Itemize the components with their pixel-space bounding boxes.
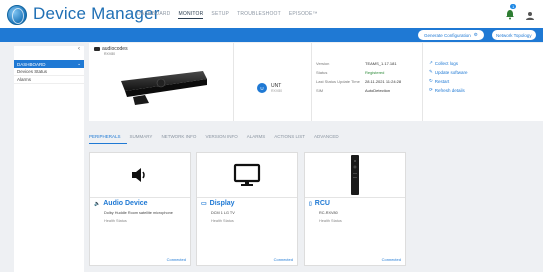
peripheral-card-display[interactable]: ▭ Display DCM 1 LG TV Health Status Conn… (196, 152, 298, 266)
peripheral-title-label: RCU (314, 200, 330, 207)
field-value-last-update: 28.11.2021 11:24:28 (365, 79, 402, 84)
collapse-sidebar-icon[interactable]: ‹ (78, 46, 80, 52)
sidebar-item-dashboard[interactable]: DASHBOARD ⌄ (14, 60, 84, 68)
notification-badge: 1 (510, 4, 517, 9)
refresh-details-label: Refresh details (434, 87, 465, 93)
update-software-link[interactable]: ✎ Update software (429, 69, 468, 75)
tab-summary[interactable]: SUMMARY (130, 134, 153, 139)
peripheral-status: Connected (381, 257, 401, 262)
divider (233, 43, 234, 121)
divider (311, 43, 312, 121)
monitor-icon (233, 163, 261, 186)
device-model: RXV80 (104, 52, 116, 56)
restart-link[interactable]: ↻ Restart (429, 78, 449, 84)
peripheral-health: Health Status (319, 219, 342, 223)
rcu-icon: ▯ (309, 200, 312, 207)
peripheral-title-label: Display (209, 200, 235, 207)
sidebar: ‹ DASHBOARD ⌄ Devices Status Alarms (14, 46, 84, 272)
field-label-status: Status (316, 70, 328, 75)
sidebar-item-alarms[interactable]: Alarms (14, 76, 84, 84)
divider (197, 197, 297, 198)
restart-label: Restart (434, 78, 450, 84)
peripheral-status: Connected (166, 257, 186, 262)
divider (422, 43, 423, 121)
peripheral-desc: Dolby Huddle Room satellite microphone (104, 211, 173, 215)
user-icon[interactable] (525, 8, 535, 20)
device-image (121, 71, 207, 105)
field-label-version: Version (316, 61, 330, 66)
field-value-sim: AutoDetection (365, 88, 391, 93)
active-tab-indicator (89, 143, 127, 144)
tab-advanced[interactable]: ADVANCED (314, 134, 339, 139)
device-info-card: audiocodes RXV80 U UNT RXV80 Version TEA… (89, 43, 543, 121)
divider (90, 197, 190, 198)
generate-configuration-label: Generate Configuration (424, 32, 471, 38)
tab-version-info[interactable]: VERSION INFO (205, 134, 237, 139)
tab-peripherals[interactable]: PERIPHERALS (89, 134, 121, 139)
globe-logo-icon (7, 5, 27, 25)
gear-icon: ⚙ (473, 32, 478, 37)
app-header: Device Manager DASHBOARD MONITOR SETUP T… (0, 0, 543, 28)
peripheral-status: Connected (273, 257, 293, 262)
peripheral-desc: RC-RXV80 (319, 211, 338, 215)
refresh-details-link[interactable]: ⟳ Refresh details (429, 87, 465, 93)
network-topology-button[interactable]: Network Topology (492, 30, 536, 40)
tab-actions-list[interactable]: ACTIONS LIST (274, 134, 305, 139)
collect-logs-label: Collect logs (434, 60, 459, 66)
nav-setup[interactable]: SETUP (211, 11, 229, 19)
screen-icon: ▭ (201, 201, 207, 207)
speaker-icon (132, 168, 145, 182)
device-avatar: U (257, 83, 267, 93)
peripheral-card-audio[interactable]: 🔈 Audio Device Dolby Huddle Room satelli… (89, 152, 191, 266)
refresh-icon: ⟳ (429, 87, 433, 92)
main-nav: DASHBOARD MONITOR SETUP TROUBLESHOOT EPI… (137, 11, 326, 19)
nav-episode[interactable]: EPISODE™ (289, 11, 318, 19)
update-software-label: Update software (434, 69, 468, 75)
field-value-status: Registered (365, 70, 385, 75)
field-label-sim: SIM (316, 88, 324, 93)
nav-monitor[interactable]: MONITOR (178, 11, 204, 19)
sidebar-item-label: DASHBOARD (17, 61, 46, 67)
peripheral-title: ▭ Display (201, 200, 235, 207)
generate-configuration-button[interactable]: Generate Configuration ⚙ (418, 30, 484, 40)
field-value-version: TEAMS_1.17.181 (365, 61, 397, 66)
remote-icon (351, 155, 359, 195)
detail-tabs: PERIPHERALS SUMMARY NETWORK INFO VERSION… (89, 134, 348, 139)
wrench-icon: ✎ (429, 69, 433, 74)
peripheral-desc: DCM 1 LG TV (211, 211, 235, 215)
sidebar-item-devices-status[interactable]: Devices Status (14, 68, 84, 76)
audiocodes-logo-icon (94, 47, 100, 51)
chevron-down-icon: ⌄ (77, 61, 81, 66)
nav-dashboard[interactable]: DASHBOARD (137, 11, 170, 19)
device-name-sub: RXV80 (271, 89, 283, 93)
peripheral-health: Health Status (211, 219, 234, 223)
restart-icon: ↻ (429, 78, 433, 83)
peripheral-health: Health Status (104, 219, 127, 223)
peripheral-title-label: Audio Device (103, 200, 148, 207)
field-label-last-update: Last Status Update Time (316, 79, 360, 84)
tab-alarms[interactable]: ALARMS (247, 134, 266, 139)
header-icons: 1 (505, 4, 535, 20)
sound-icon: 🔈 (94, 200, 101, 207)
peripheral-title: 🔈 Audio Device (94, 200, 148, 207)
peripheral-title: ▯ RCU (309, 200, 330, 207)
tab-network-info[interactable]: NETWORK INFO (161, 134, 196, 139)
collect-logs-link[interactable]: ↗ Collect logs (429, 60, 458, 66)
nav-troubleshoot[interactable]: TROUBLESHOOT (237, 11, 281, 19)
bell-icon[interactable]: 1 (505, 4, 517, 20)
divider (305, 197, 405, 198)
peripheral-card-rcu[interactable]: ▯ RCU RC-RXV80 Health Status Connected (304, 152, 406, 266)
external-link-icon: ↗ (429, 60, 433, 65)
